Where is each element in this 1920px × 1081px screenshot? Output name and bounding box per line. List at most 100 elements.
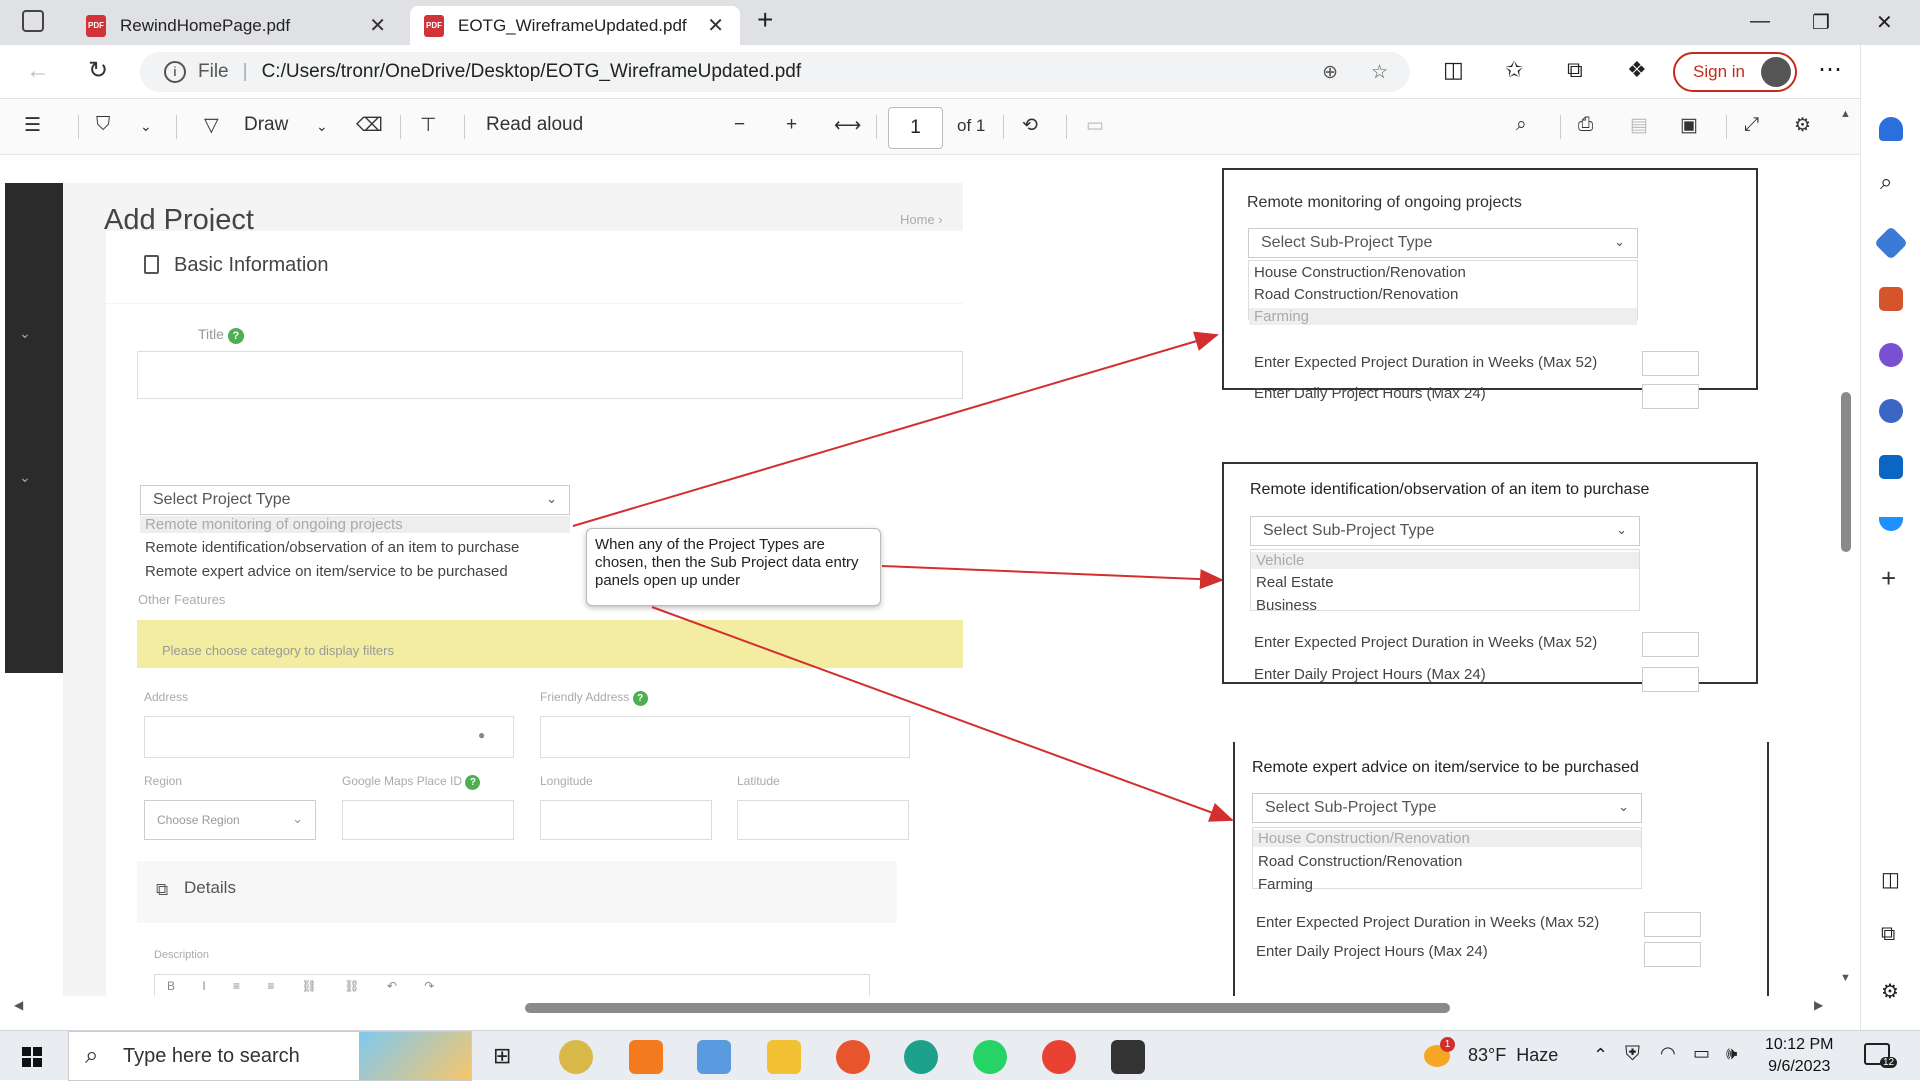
tab-eotg[interactable]: PDF EOTG_WireframeUpdated.pdf ✕ <box>410 6 740 45</box>
edge-icon[interactable] <box>904 1040 938 1074</box>
duration-input[interactable] <box>1642 351 1699 376</box>
whatsapp-icon[interactable] <box>973 1040 1007 1074</box>
eraser-icon[interactable]: ⌫ <box>356 114 383 137</box>
close-tab-icon[interactable]: ✕ <box>707 13 724 38</box>
highlight-icon[interactable]: ⛉ <box>96 114 110 136</box>
open-external-icon[interactable]: ⧉ <box>1881 923 1895 946</box>
add-icon[interactable]: + <box>1881 563 1896 594</box>
task-view-icon[interactable]: ⊞ <box>493 1043 511 1069</box>
vpn-icon[interactable]: ⛨ <box>1625 1043 1640 1066</box>
project-type-option[interactable]: Remote expert advice on item/service to … <box>145 563 508 580</box>
duration-input[interactable] <box>1642 632 1699 657</box>
chevron-down-icon[interactable]: ⌄ <box>316 118 328 135</box>
sub-project-option[interactable]: Vehicle <box>1251 552 1639 569</box>
minimize-icon[interactable]: — <box>1750 10 1770 33</box>
file-explorer-icon[interactable] <box>767 1040 801 1074</box>
extensions-icon[interactable]: ❖ <box>1627 57 1647 83</box>
longitude-input[interactable] <box>540 800 712 840</box>
close-window-icon[interactable]: ✕ <box>1876 10 1893 35</box>
read-aloud-button[interactable]: Read aloud <box>486 114 583 136</box>
sub-project-option[interactable]: House Construction/Renovation <box>1253 830 1641 847</box>
battery-icon[interactable]: ▭ <box>1693 1043 1710 1064</box>
hours-input[interactable] <box>1644 942 1701 967</box>
title-field[interactable] <box>137 351 963 399</box>
rotate-icon[interactable]: ⟲ <box>1022 114 1038 137</box>
drop-icon[interactable] <box>1879 517 1903 531</box>
clock[interactable]: 10:12 PM 9/6/2023 <box>1765 1034 1833 1078</box>
sub-project-option[interactable]: House Construction/Renovation <box>1254 264 1466 281</box>
taskbar-search[interactable]: ⌕ Type here to search <box>68 1031 472 1081</box>
page-view-icon[interactable]: ▭ <box>1086 114 1104 137</box>
zoom-out-icon[interactable]: − <box>734 114 745 136</box>
close-tab-icon[interactable]: ✕ <box>369 13 386 38</box>
save-as-icon[interactable]: ▣ <box>1680 114 1698 137</box>
tab-actions-icon[interactable] <box>22 10 44 32</box>
back-icon[interactable]: ← <box>26 57 50 85</box>
notifications-icon[interactable] <box>1879 117 1903 141</box>
page-number-input[interactable]: 1 <box>888 107 943 149</box>
collections-icon[interactable]: ⧉ <box>1567 57 1583 83</box>
draw-button[interactable]: Draw <box>244 114 288 136</box>
sub-project-option[interactable]: Road Construction/Renovation <box>1254 286 1458 303</box>
contents-list-icon[interactable]: ☰ <box>24 114 41 137</box>
scroll-up-icon[interactable]: ▲ <box>1840 108 1851 120</box>
windows-start-icon[interactable] <box>22 1047 42 1067</box>
url-field[interactable]: i File | C:/Users/tronr/OneDrive/Desktop… <box>140 52 1410 92</box>
sub-project-option[interactable]: Real Estate <box>1256 574 1334 591</box>
new-tab-icon[interactable]: + <box>757 4 773 36</box>
app-icon[interactable] <box>629 1040 663 1074</box>
games-icon[interactable] <box>1879 343 1903 367</box>
tab-rewind[interactable]: PDF RewindHomePage.pdf ✕ <box>72 6 402 45</box>
region-select[interactable]: Choose Region ⌄ <box>144 800 316 840</box>
scroll-right-icon[interactable]: ▶ <box>1814 998 1823 1012</box>
chevron-down-icon[interactable]: ⌄ <box>140 118 152 135</box>
scroll-left-icon[interactable]: ◀ <box>14 998 23 1012</box>
chevron-up-icon[interactable]: ⌃ <box>1593 1045 1608 1066</box>
sign-in-button[interactable]: Sign in <box>1673 52 1797 92</box>
app-icon[interactable] <box>559 1040 593 1074</box>
chrome-icon[interactable] <box>1042 1040 1076 1074</box>
address-input[interactable] <box>144 716 514 758</box>
favorites-icon[interactable]: ✩ <box>1505 57 1523 83</box>
sub-project-option[interactable]: Farming <box>1258 876 1313 893</box>
draw-icon[interactable]: ▽ <box>204 114 219 137</box>
friendly-address-input[interactable] <box>540 716 910 758</box>
latitude-input[interactable] <box>737 800 909 840</box>
project-type-select[interactable]: Select Project Type ⌄ <box>140 485 570 515</box>
scroll-down-icon[interactable]: ▼ <box>1840 972 1851 984</box>
project-type-option[interactable]: Remote monitoring of ongoing projects <box>140 516 570 533</box>
fullscreen-icon[interactable]: ⤢ <box>1744 114 1759 136</box>
sub-project-option[interactable]: Farming <box>1249 308 1637 325</box>
microsoft-365-icon[interactable] <box>1879 399 1903 423</box>
favorite-star-icon[interactable]: ☆ <box>1371 61 1388 84</box>
settings-icon[interactable]: ⚙ <box>1881 979 1899 1004</box>
print-icon[interactable]: ⎙ <box>1578 114 1593 136</box>
shopping-icon[interactable] <box>1874 226 1908 260</box>
vertical-scrollbar[interactable] <box>1841 392 1851 552</box>
save-icon[interactable]: ▤ <box>1630 114 1648 137</box>
search-icon[interactable]: ⌕ <box>1516 114 1527 136</box>
sidebar-toggle-icon[interactable]: ◫ <box>1881 867 1900 892</box>
horizontal-scrollbar[interactable] <box>525 1003 1450 1013</box>
text-box-icon[interactable]: ⊤ <box>420 114 437 137</box>
wifi-icon[interactable]: ◠ <box>1660 1043 1676 1064</box>
weather-text[interactable]: 83°F Haze <box>1468 1045 1558 1066</box>
more-menu-icon[interactable]: ⋯ <box>1818 55 1842 84</box>
sub-project-option[interactable]: Road Construction/Renovation <box>1258 853 1462 870</box>
volume-icon[interactable]: 🕪 <box>1726 1043 1737 1064</box>
project-type-option[interactable]: Remote identification/observation of an … <box>145 539 519 556</box>
settings-icon[interactable]: ⚙ <box>1794 114 1811 137</box>
sublime-icon[interactable] <box>1111 1040 1145 1074</box>
outlook-icon[interactable] <box>1879 455 1903 479</box>
hours-input[interactable] <box>1642 384 1699 409</box>
sub-project-select[interactable]: Select Sub-Project Type ⌄ <box>1252 793 1642 823</box>
app-icon[interactable] <box>697 1040 731 1074</box>
description-editor-toolbar[interactable]: B I ≡ ≡ ⛓ ⛓ ↶ ↷ <box>154 974 870 996</box>
restore-icon[interactable]: ❐ <box>1812 10 1830 35</box>
duration-input[interactable] <box>1644 912 1701 937</box>
sub-project-select[interactable]: Select Sub-Project Type ⌄ <box>1250 516 1640 546</box>
refresh-icon[interactable]: ↻ <box>88 56 108 85</box>
zoom-icon[interactable]: ⊕ <box>1322 61 1338 84</box>
hours-input[interactable] <box>1642 667 1699 692</box>
fit-width-icon[interactable]: ⟷ <box>834 114 861 137</box>
